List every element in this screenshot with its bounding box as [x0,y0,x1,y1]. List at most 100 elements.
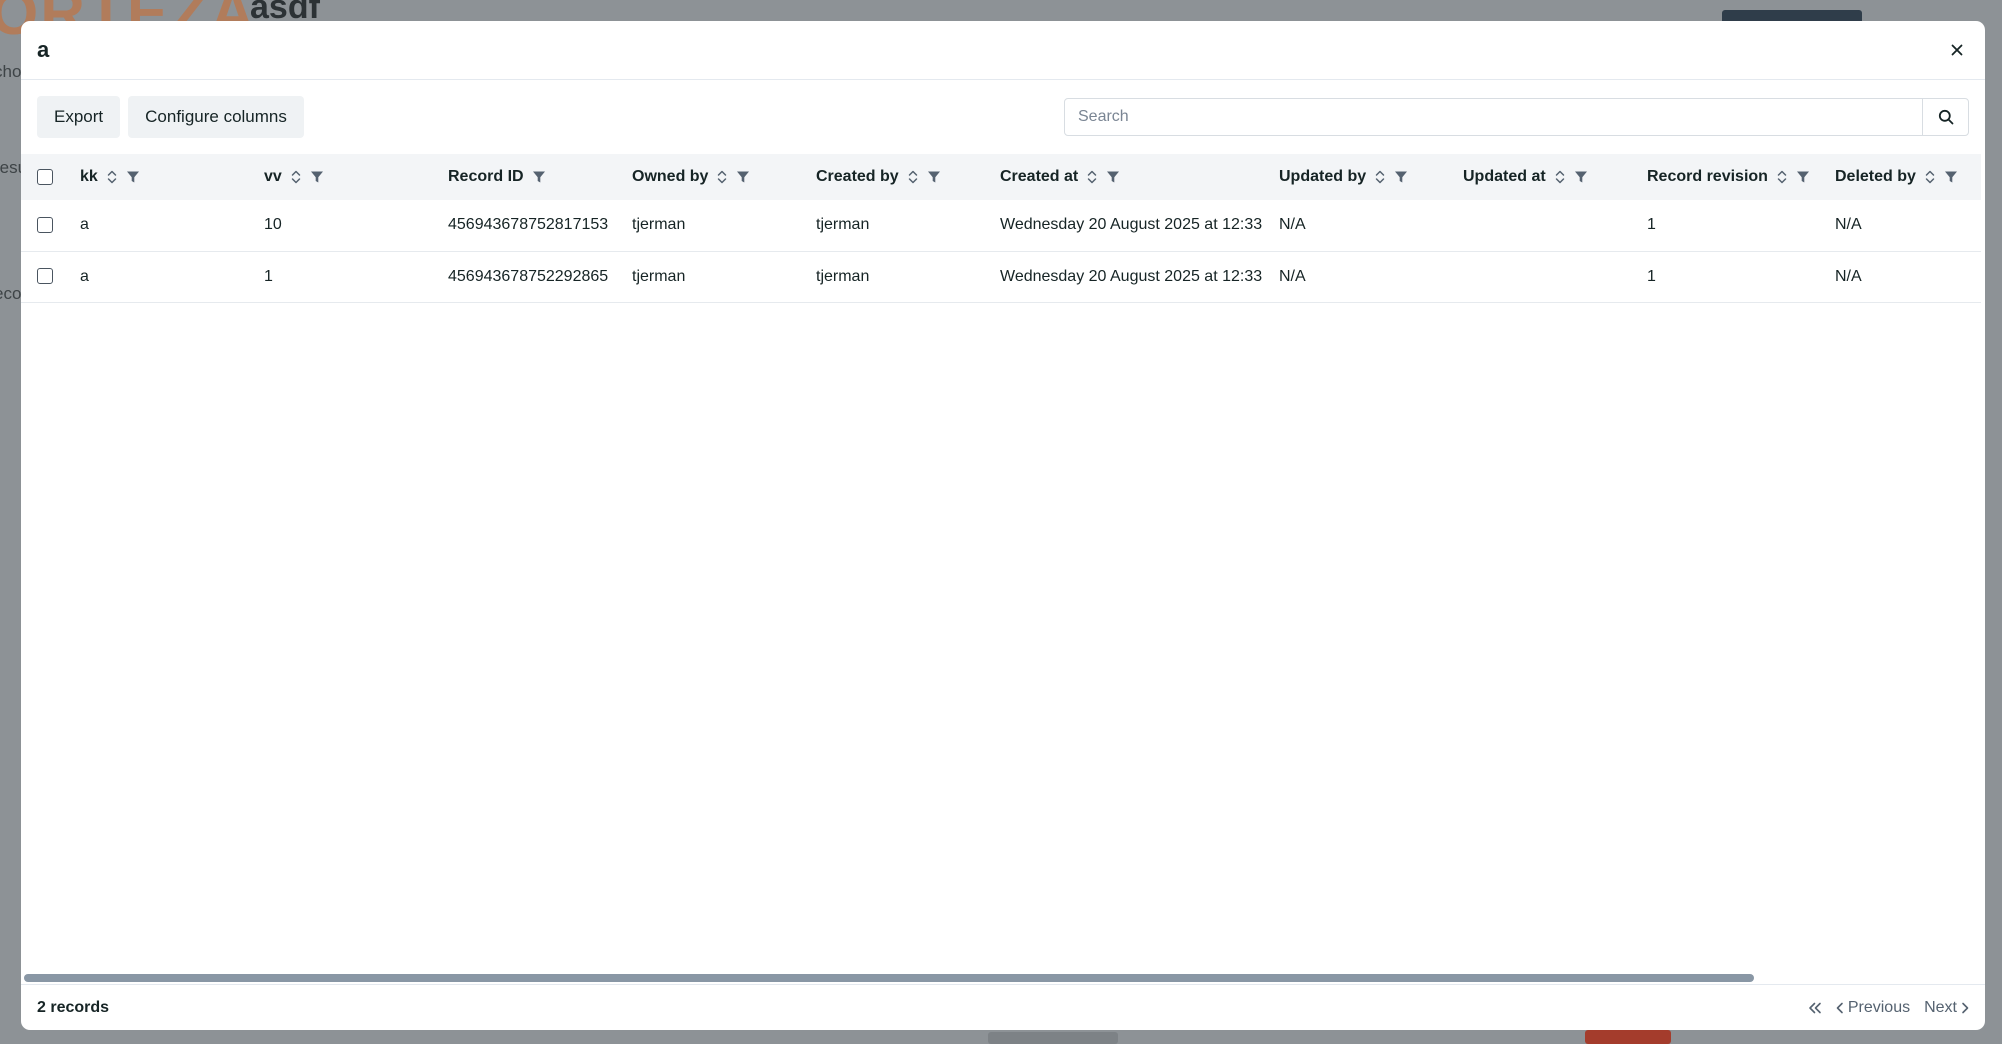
record-count: 2 records [37,998,110,1016]
select-all-cell [21,154,80,200]
column-header-record-id[interactable]: Record ID [448,154,632,200]
filter-icon[interactable] [310,170,324,184]
previous-label: Previous [1847,998,1911,1016]
record-list-modal: a Export Configure columns kk vv Record ID… [21,21,1985,1030]
table-container: kk vv Record ID Owned by Created by Created a… [21,154,1985,984]
column-header-created-at[interactable]: Created at [1000,154,1279,200]
table-cell-created-at: Wednesday 20 August 2025 at 12:33 [1000,267,1263,285]
table-cell-updated-by: N/A [1279,267,1306,285]
modal-header: a [21,21,1985,80]
table-row[interactable]: a 1 456943678752292865 tjerman tjerman Wednes… [21,251,1981,302]
background-text: cho [0,62,22,81]
toolbar: Export Configure columns [21,80,1985,154]
column-header-content: Owned by [632,168,750,186]
background-text: eco [0,284,22,303]
column-header-label: Record revision [1647,168,1768,185]
column-header-label: Created by [816,168,899,185]
table-cell-kk: a [80,267,89,285]
pagination: Previous Next [1808,999,1969,1017]
column-header-created-by[interactable]: Created by [816,154,1000,200]
column-header-deleted-by[interactable]: Deleted by [1835,154,1981,200]
table-cell-kk: a [80,216,89,234]
column-header-content: Created at [1000,168,1120,186]
filter-icon[interactable] [927,170,941,184]
filter-icon[interactable] [736,170,750,184]
select-all-checkbox[interactable] [37,168,53,185]
column-header-content: kk [80,168,140,186]
previous-page-button[interactable]: Previous [1836,999,1910,1017]
table-cell-owned-by: tjerman [632,216,686,234]
column-header-content: vv [264,168,324,186]
chevron-left-icon [1836,1002,1843,1013]
configure-columns-button[interactable]: Configure columns [128,96,304,138]
table-body: a 10 456943678752817153 tjerman tjerman Wedne… [21,200,1981,302]
horizontal-scrollbar[interactable] [24,974,1754,982]
close-button[interactable] [1945,38,1969,62]
close-icon [1951,44,1963,56]
search-icon [1938,109,1953,125]
table-cell-updated-at [1463,200,1647,251]
table-cell-owned-by: tjerman [632,267,686,285]
column-header-label: Updated by [1279,168,1367,185]
filter-icon[interactable] [1796,170,1810,184]
sort-icon[interactable] [1374,168,1386,186]
column-header-content: Record revision [1647,168,1810,186]
table-cell-created-by: tjerman [816,216,870,234]
row-checkbox[interactable] [37,268,53,285]
double-chevron-left-icon [1809,1002,1821,1013]
filter-icon[interactable] [126,170,140,184]
column-header-kk[interactable]: kk [80,154,264,200]
modal-footer: 2 records Previous Next [21,984,1985,1030]
background-button [988,1032,1118,1044]
filter-icon[interactable] [1394,170,1408,184]
column-header-label: Created at [1000,168,1079,185]
sort-icon[interactable] [1554,168,1566,186]
filter-icon[interactable] [1944,170,1958,184]
row-checkbox[interactable] [37,217,53,234]
row-select-cell [21,200,80,251]
sort-icon[interactable] [106,168,118,186]
sort-icon[interactable] [1776,168,1788,186]
column-header-vv[interactable]: vv [264,154,448,200]
sort-icon[interactable] [1086,168,1098,186]
search-box [1064,98,1969,136]
column-header-label: Owned by [632,168,709,185]
table-cell-vv: 10 [264,216,282,234]
table-cell-updated-by: N/A [1279,216,1306,234]
background-button [1585,1030,1671,1044]
table-header-row: kk vv Record ID Owned by Created by Created a… [21,154,1981,200]
column-header-content: Record ID [448,168,546,186]
table-row[interactable]: a 10 456943678752817153 tjerman tjerman Wedne… [21,200,1981,251]
filter-icon[interactable] [1106,170,1120,184]
table-cell-updated-at [1463,251,1647,302]
column-header-label: Deleted by [1835,168,1916,185]
column-header-content: Deleted by [1835,168,1958,186]
column-header-label: Updated at [1463,168,1546,185]
export-button[interactable]: Export [37,96,121,138]
column-header-updated-at[interactable]: Updated at [1463,154,1647,200]
column-header-content: Updated by [1279,168,1408,186]
filter-icon[interactable] [1574,170,1588,184]
column-header-updated-by[interactable]: Updated by [1279,154,1463,200]
sort-icon[interactable] [290,168,302,186]
search-input[interactable] [1065,99,1922,135]
filter-icon[interactable] [532,170,546,184]
column-header-content: Created by [816,168,941,186]
modal-title: a [37,37,50,62]
table-cell-created-at: Wednesday 20 August 2025 at 12:33 [1000,216,1263,234]
first-page-button[interactable] [1808,1002,1822,1014]
column-header-record-revision[interactable]: Record revision [1647,154,1835,200]
column-header-owned-by[interactable]: Owned by [632,154,816,200]
sort-icon[interactable] [907,168,919,186]
sort-icon[interactable] [716,168,728,186]
sort-icon[interactable] [1924,168,1936,186]
next-label: Next [1924,998,1957,1016]
column-header-content: Updated at [1463,168,1588,186]
next-page-button[interactable]: Next [1924,999,1969,1017]
table-cell-record-revision: 1 [1647,267,1656,285]
column-header-label: Record ID [448,168,524,185]
table-cell-record-revision: 1 [1647,216,1656,234]
search-button[interactable] [1922,99,1968,135]
table-cell-record-id: 456943678752292865 [448,267,609,285]
table-cell-vv: 1 [264,267,273,285]
